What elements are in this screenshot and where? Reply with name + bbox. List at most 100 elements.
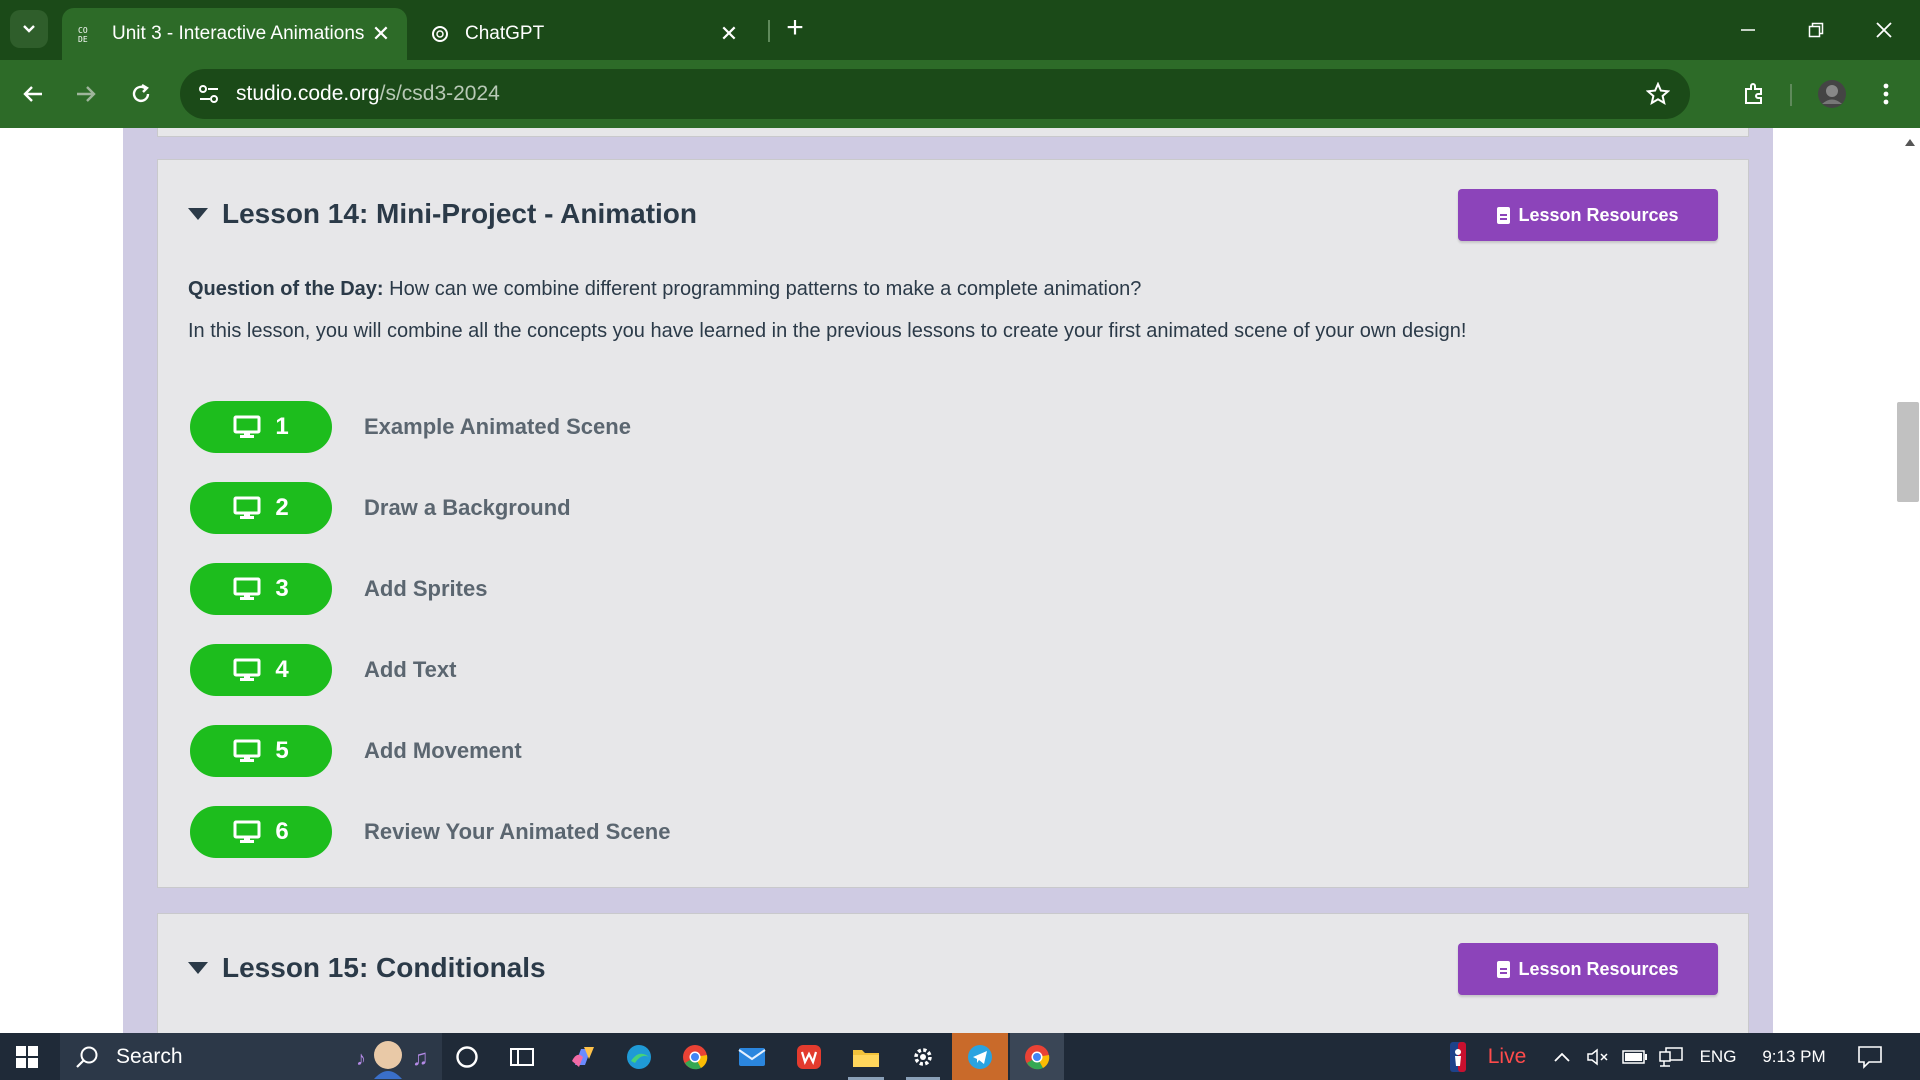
task-view-button[interactable] [506,1033,538,1080]
copilot-app[interactable] [566,1033,600,1080]
reload-icon [132,83,150,103]
page-scrollbar[interactable] [1896,128,1920,1033]
back-button[interactable] [13,74,53,114]
reload-button[interactable] [121,74,161,114]
level-pill-3[interactable]: 3 [190,563,332,615]
scrollbar-thumb[interactable] [1897,402,1919,502]
level-row[interactable]: 1 Example Animated Scene [190,401,631,453]
level-name[interactable]: Draw a Background [364,495,571,521]
chrome-active-window[interactable] [1010,1033,1064,1080]
puzzle-icon [1745,83,1762,104]
battery-button[interactable] [1620,1033,1650,1080]
lesson-resources-label: Lesson Resources [1518,204,1679,225]
notification-icon [1858,1045,1882,1069]
input-language-button[interactable]: ENG [1694,1033,1742,1080]
level-row[interactable]: 3 Add Sprites [190,563,487,615]
lesson-header[interactable]: Lesson 15: Conditionals [188,952,546,984]
network-button[interactable] [1656,1033,1686,1080]
collapse-triangle-icon[interactable] [188,208,208,220]
clock-time: 9:13 PM [1762,1046,1826,1066]
level-name[interactable]: Add Sprites [364,576,487,602]
collapse-triangle-icon[interactable] [188,962,208,974]
lesson-title: Lesson 14: Mini-Project - Animation [222,198,698,229]
close-window-button[interactable] [1850,0,1918,60]
level-number: 3 [275,575,289,602]
level-row[interactable]: 6 Review Your Animated Scene [190,806,670,858]
forward-button[interactable] [66,74,106,114]
tab-separator [768,20,770,42]
telegram-app[interactable] [952,1033,1008,1080]
chevron-up-icon [1554,1052,1570,1062]
level-pill-1[interactable]: 1 [190,401,332,453]
scroll-up-arrow-icon[interactable] [1905,139,1915,146]
search-highlight-illustration-icon: ♪ ♫ [356,1041,429,1079]
new-tab-button[interactable]: + [780,13,810,44]
document-icon [1497,960,1511,978]
mail-icon [738,1047,766,1066]
level-row[interactable]: 5 Add Movement [190,725,522,777]
settings-app[interactable] [906,1033,940,1080]
chrome-app[interactable] [678,1033,712,1080]
restore-button[interactable] [1782,0,1850,60]
tab-close-icon[interactable]: ✕ [717,21,741,47]
level-name[interactable]: Add Movement [364,738,522,764]
mail-app[interactable] [734,1033,770,1080]
page-content: Lesson 14: Mini-Project - Animation Less… [0,128,1920,1033]
level-number: 6 [275,818,289,845]
question-of-the-day: Question of the Day: How can we combine … [188,278,1141,301]
minimize-button[interactable] [1714,0,1782,60]
level-pill-2[interactable]: 2 [190,482,332,534]
tab-search-button[interactable] [10,10,48,48]
notifications-button[interactable] [1852,1033,1888,1080]
taskbar-search-box[interactable]: Search ♪ ♫ [60,1033,442,1080]
live-badge[interactable]: Live [1482,1033,1532,1080]
start-button[interactable] [0,1033,54,1080]
telegram-icon [968,1044,992,1069]
tab-chatgpt[interactable]: ChatGPT ✕ [415,8,755,60]
browser-toolbar: studio.code.org/s/csd3-2024 [0,60,1920,128]
show-hidden-icons-button[interactable] [1550,1033,1574,1080]
battery-icon [1622,1049,1647,1064]
file-explorer-app[interactable] [848,1033,884,1080]
network-icon [1659,1046,1683,1067]
lesson-header[interactable]: Lesson 14: Mini-Project - Animation [188,198,697,230]
lesson-resources-label: Lesson Resources [1518,958,1679,979]
search-icon [76,1046,98,1068]
nba-widget[interactable] [1446,1033,1470,1080]
level-pill-5[interactable]: 5 [190,725,332,777]
level-row[interactable]: 2 Draw a Background [190,482,571,534]
level-name[interactable]: Add Text [364,657,456,683]
tab-title: ChatGPT [465,23,545,44]
site-settings-icon[interactable] [198,84,220,104]
gear-icon [914,1047,932,1066]
arrow-left-icon [23,86,42,102]
tab-unit3[interactable]: CO DE Unit 3 - Interactive Animations ✕ [62,8,407,60]
edge-app[interactable] [622,1033,656,1080]
lesson-resources-button[interactable]: Lesson Resources [1458,943,1718,995]
volume-button[interactable] [1584,1033,1612,1080]
level-name[interactable]: Example Animated Scene [364,414,631,440]
svg-text:DE: DE [78,35,88,44]
tab-title: Unit 3 - Interactive Animations [112,23,365,44]
lesson-resources-button[interactable]: Lesson Resources [1458,189,1718,241]
browser-menu-button[interactable] [1866,74,1906,114]
cortana-button[interactable] [452,1033,482,1080]
windows-logo-icon [16,1045,38,1068]
nba-logo-icon [1450,1041,1466,1072]
clock[interactable]: 9:13 PM [1752,1033,1836,1080]
language-label: ENG [1699,1046,1737,1066]
level-pill-4[interactable]: 4 [190,644,332,696]
lesson-title: Lesson 15: Conditionals [222,952,546,983]
level-row[interactable]: 4 Add Text [190,644,456,696]
tab-close-icon[interactable]: ✕ [369,21,393,47]
profile-avatar[interactable] [1812,74,1852,114]
browser-tab-bar: CO DE Unit 3 - Interactive Animations ✕ C… [0,0,1920,60]
bookmark-star-icon[interactable] [1646,82,1670,106]
chrome-icon [1025,1044,1050,1069]
monitor-icon [233,577,261,600]
level-pill-6[interactable]: 6 [190,806,332,858]
extensions-button[interactable] [1734,74,1774,114]
wps-app[interactable] [792,1033,826,1080]
address-bar[interactable]: studio.code.org/s/csd3-2024 [180,69,1690,119]
level-name[interactable]: Review Your Animated Scene [364,819,670,845]
